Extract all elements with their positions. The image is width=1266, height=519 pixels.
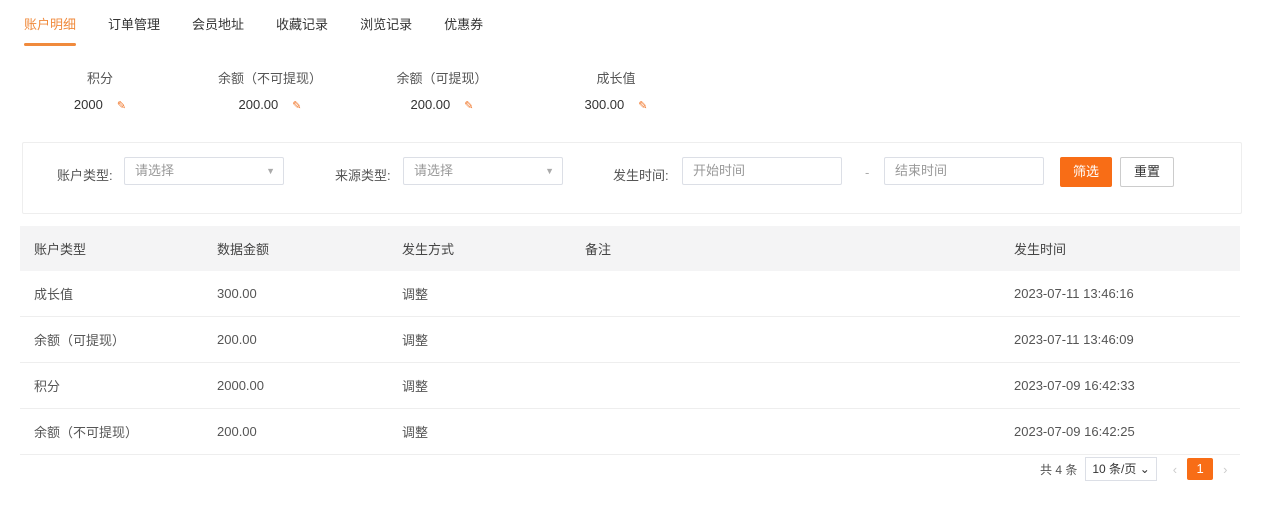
time-label: 发生时间: xyxy=(613,168,669,183)
stat-value: 200.00 xyxy=(238,97,279,112)
table-cell: 成长值 xyxy=(20,271,203,317)
range-separator: - xyxy=(865,165,870,180)
table-cell: 2023-07-11 13:46:16 xyxy=(1000,271,1240,317)
table-row: 积分 2000.00 调整 2023-07-09 16:42:33 xyxy=(20,362,1240,409)
edit-icon[interactable]: ✎ xyxy=(464,100,473,112)
tab-history[interactable]: 浏览记录 xyxy=(360,0,412,46)
caret-down-icon: ▼ xyxy=(266,166,275,176)
tab-addresses[interactable]: 会员地址 xyxy=(192,0,244,46)
stat-growth: 成长值 300.00 ✎ xyxy=(536,68,696,112)
table-cell: 调整 xyxy=(388,316,571,363)
table-cell xyxy=(571,271,1000,317)
edit-icon[interactable]: ✎ xyxy=(117,100,126,112)
table-row: 余额（不可提现） 200.00 调整 2023-07-09 16:42:25 xyxy=(20,408,1240,455)
end-time-input[interactable]: 结束时间 xyxy=(884,157,1044,185)
table-cell: 300.00 xyxy=(203,271,388,317)
start-time-input[interactable]: 开始时间 xyxy=(682,157,842,185)
caret-down-icon: ▼ xyxy=(545,166,554,176)
tab-coupons[interactable]: 优惠券 xyxy=(444,0,483,46)
table-cell: 积分 xyxy=(20,362,203,409)
account-type-select[interactable]: 请选择 ▼ xyxy=(124,157,284,185)
table-cell: 调整 xyxy=(388,408,571,455)
column-header: 备注 xyxy=(571,226,1000,271)
page-size-value: 10 条/页 xyxy=(1092,462,1137,476)
table-cell xyxy=(571,362,1000,409)
stat-label: 余额（可提现） xyxy=(396,71,488,86)
table-cell: 2023-07-11 13:46:09 xyxy=(1000,316,1240,363)
tab-orders[interactable]: 订单管理 xyxy=(108,0,160,46)
source-type-label: 来源类型: xyxy=(335,168,391,183)
stat-value: 300.00 xyxy=(584,97,625,112)
table-cell: 调整 xyxy=(388,271,571,317)
column-header: 发生方式 xyxy=(388,226,571,271)
table-cell: 2023-07-09 16:42:25 xyxy=(1000,408,1240,455)
table-row: 余额（可提现） 200.00 调整 2023-07-11 13:46:09 xyxy=(20,316,1240,363)
stat-value: 2000 xyxy=(73,97,103,112)
column-header: 账户类型 xyxy=(20,226,203,271)
stat-label: 成长值 xyxy=(596,71,636,86)
table-cell: 2000.00 xyxy=(203,362,388,409)
table-cell: 余额（可提现） xyxy=(20,316,203,363)
prev-page-button[interactable]: ‹ xyxy=(1173,462,1177,477)
page-size-select[interactable]: 10 条/页 ⌄ xyxy=(1085,457,1157,481)
pagination: 共 4 条 10 条/页 ⌄ ‹ 1 › xyxy=(1040,457,1227,481)
edit-icon[interactable]: ✎ xyxy=(292,100,301,112)
filter-panel: 账户类型: 请选择 ▼ 来源类型: 请选择 ▼ 发生时间: 开始时间 - 结束时间 … xyxy=(22,142,1242,214)
chevron-down-icon: ⌄ xyxy=(1139,462,1150,476)
table-row: 成长值 300.00 调整 2023-07-11 13:46:16 xyxy=(20,271,1240,317)
column-header: 数据金额 xyxy=(203,226,388,271)
account-type-label: 账户类型: xyxy=(57,168,113,183)
tab-account-details[interactable]: 账户明细 xyxy=(24,0,77,46)
table-cell: 200.00 xyxy=(203,408,388,455)
total-count: 共 4 条 xyxy=(1040,462,1078,477)
table-cell xyxy=(571,316,1000,363)
placeholder: 请选择 xyxy=(414,163,454,178)
column-header: 发生时间 xyxy=(1000,226,1240,271)
tab-bar: 账户明细 订单管理 会员地址 收藏记录 浏览记录 优惠券 xyxy=(24,0,515,46)
filter-button[interactable]: 筛选 xyxy=(1060,157,1112,187)
stat-value: 200.00 xyxy=(410,97,451,112)
stat-balance-nonwithdrawable: 余额（不可提现） 200.00 ✎ xyxy=(190,68,350,112)
stat-label: 余额（不可提现） xyxy=(217,71,322,86)
stat-balance-withdrawable: 余额（可提现） 200.00 ✎ xyxy=(362,68,522,112)
reset-button[interactable]: 重置 xyxy=(1120,157,1174,187)
tab-favorites[interactable]: 收藏记录 xyxy=(276,0,328,46)
next-page-button[interactable]: › xyxy=(1223,462,1227,477)
table-cell: 调整 xyxy=(388,362,571,409)
source-type-select[interactable]: 请选择 ▼ xyxy=(403,157,563,185)
table-cell: 余额（不可提现） xyxy=(20,408,203,455)
stat-points: 积分 2000 ✎ xyxy=(20,68,180,112)
placeholder: 请选择 xyxy=(135,163,175,178)
table-cell xyxy=(571,408,1000,455)
account-table: 账户类型 数据金额 发生方式 备注 发生时间 成长值 300.00 调整 2023-0… xyxy=(20,226,1240,455)
table-cell: 2023-07-09 16:42:33 xyxy=(1000,362,1240,409)
page-1-button[interactable]: 1 xyxy=(1187,458,1214,480)
edit-icon[interactable]: ✎ xyxy=(638,100,647,112)
stat-label: 积分 xyxy=(86,71,113,86)
table-cell: 200.00 xyxy=(203,316,388,363)
